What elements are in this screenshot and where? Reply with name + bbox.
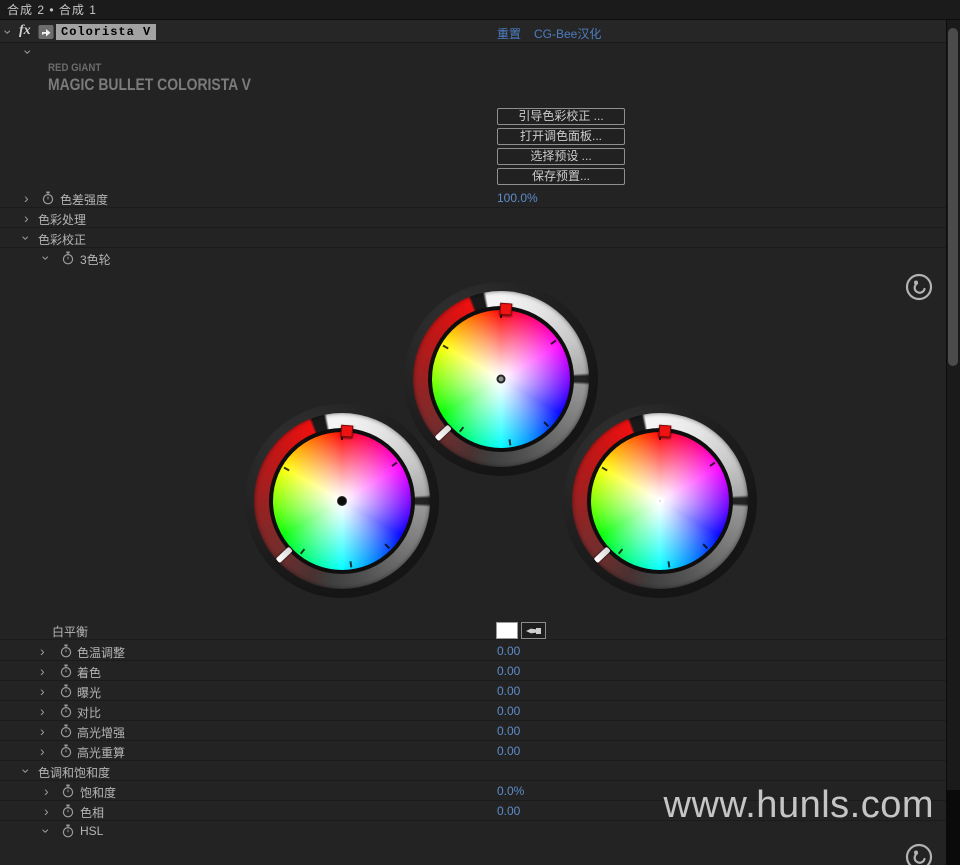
ring-red-handle[interactable] [340, 424, 354, 438]
param-value[interactable]: 0.00 [497, 644, 520, 658]
chevron-down-icon[interactable]: › [20, 50, 36, 55]
effect-controls-panel: 合成 2 • 合成 1 › fx Colorista V 重置 CG-Bee汉化… [0, 0, 960, 865]
chevron-right-icon[interactable]: › [40, 664, 45, 678]
param-value[interactable]: 100.0% [497, 191, 538, 205]
chevron-right-icon[interactable]: › [40, 704, 45, 718]
stopwatch-icon[interactable] [60, 744, 72, 761]
chevron-down-icon[interactable]: › [18, 236, 34, 241]
chevron-right-icon[interactable]: › [24, 191, 29, 205]
param-label: 对比 [77, 706, 102, 720]
midtones-color-wheel[interactable] [404, 282, 598, 476]
param-row-temp[interactable]: › 色温调整 0.00 [0, 641, 946, 661]
param-label: 着色 [77, 666, 102, 680]
chevron-down-icon[interactable]: › [0, 30, 16, 35]
param-label: 曝光 [77, 686, 102, 700]
stopwatch-icon[interactable] [62, 251, 74, 268]
param-value[interactable]: 0.00 [497, 804, 520, 818]
param-value[interactable]: 0.00 [497, 684, 520, 698]
param-row-highlight-boost[interactable]: › 高光增强 0.00 [0, 721, 946, 741]
group-label: 色调和饱和度 [38, 766, 111, 780]
chevron-right-icon[interactable]: › [40, 724, 45, 738]
param-label: 白平衡 [52, 625, 89, 639]
chevron-down-icon[interactable]: › [18, 769, 34, 774]
effect-plugin-icon [38, 24, 54, 43]
group-label: 色彩处理 [38, 213, 87, 227]
chevron-right-icon[interactable]: › [40, 684, 45, 698]
chevron-right-icon[interactable]: › [44, 784, 49, 798]
group-label: 色彩校正 [38, 233, 87, 247]
param-value[interactable]: 0.00 [497, 744, 520, 758]
colorista-swirl-icon[interactable] [904, 272, 934, 302]
param-label: HSL [80, 824, 104, 838]
panel-tab-title: 合成 2 • 合成 1 [7, 3, 97, 17]
stopwatch-icon[interactable] [60, 644, 72, 661]
param-label: 高光重算 [77, 746, 126, 760]
stopwatch-icon[interactable] [60, 664, 72, 681]
highlights-center-handle[interactable] [656, 497, 664, 505]
param-row-tint[interactable]: › 着色 0.00 [0, 661, 946, 681]
plugin-logo: RED GIANT MAGIC BULLET COLORISTA V [48, 62, 295, 95]
shadows-center-handle[interactable] [337, 496, 347, 506]
chevron-right-icon[interactable]: › [44, 804, 49, 818]
effect-header-row[interactable]: › fx Colorista V 重置 CG-Bee汉化 [0, 21, 946, 43]
chevron-right-icon[interactable]: › [40, 744, 45, 758]
stopwatch-icon[interactable] [62, 824, 74, 841]
vertical-scrollbar-thumb[interactable] [948, 28, 958, 366]
param-row-white-balance[interactable]: 白平衡 [0, 620, 946, 640]
white-balance-swatch[interactable] [496, 622, 518, 639]
effect-name-chip[interactable]: Colorista V [56, 24, 157, 40]
ring-red-handle[interactable] [658, 424, 672, 438]
colorista-swirl-icon[interactable] [904, 842, 934, 865]
reset-link[interactable]: 重置 [497, 25, 521, 42]
guided-color-correction-button[interactable]: 引导色彩校正 ... [497, 108, 625, 125]
stopwatch-icon[interactable] [62, 784, 74, 801]
brand-text: RED GIANT [48, 62, 102, 74]
vertical-scrollbar-track[interactable] [946, 20, 960, 865]
param-value[interactable]: 0.00 [497, 724, 520, 738]
panel-corner [946, 790, 960, 865]
panel-tab[interactable]: 合成 2 • 合成 1 [0, 0, 960, 20]
watermark-text: www.hunls.com [663, 784, 934, 826]
save-preset-button[interactable]: 保存预置... [497, 168, 625, 185]
param-row-ca-strength[interactable]: › 色差强度 100.0% [0, 188, 946, 208]
group-row-hue-saturation[interactable]: › 色调和饱和度 [0, 761, 946, 781]
ring-red-handle[interactable] [499, 302, 513, 316]
param-row-highlight-recovery[interactable]: › 高光重算 0.00 [0, 741, 946, 761]
param-label: 色温调整 [77, 646, 126, 660]
param-row-exposure[interactable]: › 曝光 0.00 [0, 681, 946, 701]
param-value[interactable]: 0.0% [497, 784, 524, 798]
stopwatch-icon[interactable] [60, 684, 72, 701]
chevron-right-icon[interactable]: › [24, 211, 29, 225]
param-value[interactable]: 0.00 [497, 664, 520, 678]
param-label: 饱和度 [80, 786, 117, 800]
group-row-color-process[interactable]: › 色彩处理 [0, 208, 946, 228]
param-label: 高光增强 [77, 726, 126, 740]
param-label: 色相 [80, 806, 105, 820]
localization-link[interactable]: CG-Bee汉化 [534, 25, 601, 42]
action-buttons: 引导色彩校正 ... 打开调色面板... 选择预设 ... 保存预置... [497, 108, 625, 185]
open-color-panel-button[interactable]: 打开调色面板... [497, 128, 625, 145]
stopwatch-icon[interactable] [62, 804, 74, 821]
chevron-right-icon[interactable]: › [40, 644, 45, 658]
fx-icon: fx [19, 23, 31, 38]
eyedropper-icon[interactable] [521, 622, 546, 639]
param-label: 色差强度 [60, 193, 109, 207]
group-row-color-correct[interactable]: › 色彩校正 [0, 228, 946, 248]
param-row-three-way[interactable]: › 3色轮 [0, 248, 946, 268]
chevron-down-icon[interactable]: › [38, 256, 54, 261]
param-label: 3色轮 [80, 253, 111, 267]
choose-preset-button[interactable]: 选择预设 ... [497, 148, 625, 165]
stopwatch-icon[interactable] [60, 704, 72, 721]
param-row-contrast[interactable]: › 对比 0.00 [0, 701, 946, 721]
product-text: MAGIC BULLET COLORISTA V [48, 75, 251, 94]
stopwatch-icon[interactable] [60, 724, 72, 741]
stopwatch-icon[interactable] [42, 191, 54, 208]
param-value[interactable]: 0.00 [497, 704, 520, 718]
midtones-center-handle[interactable] [496, 374, 506, 384]
chevron-down-icon[interactable]: › [38, 829, 54, 834]
